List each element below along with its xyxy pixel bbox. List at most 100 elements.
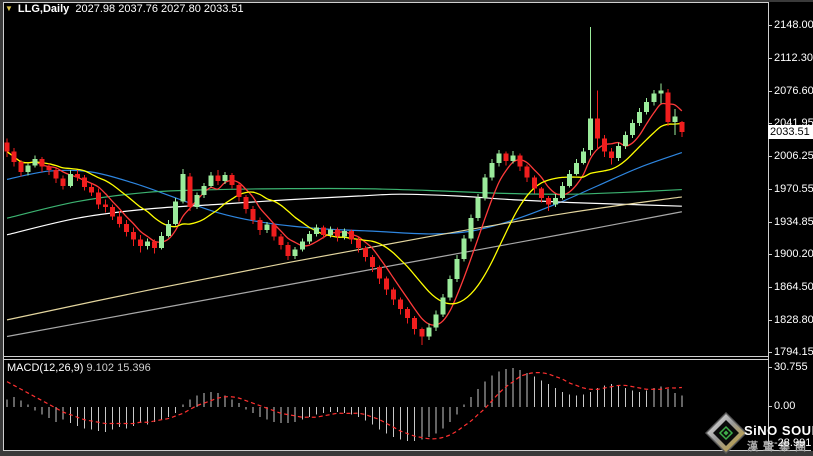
price-axis-label: 1900.20 bbox=[774, 248, 813, 260]
candle bbox=[39, 157, 45, 173]
candle bbox=[524, 164, 530, 183]
candle bbox=[475, 194, 481, 221]
macd-label: MACD(12,26,9) bbox=[7, 362, 84, 374]
candle bbox=[433, 310, 439, 331]
candle bbox=[124, 220, 130, 237]
candle bbox=[201, 183, 207, 198]
price-chart-pane[interactable] bbox=[3, 2, 768, 356]
candle bbox=[377, 265, 383, 284]
candle bbox=[363, 245, 369, 262]
symbol-label: LLG,Daily bbox=[17, 3, 70, 15]
candle bbox=[454, 255, 460, 282]
candle bbox=[46, 163, 52, 175]
candle bbox=[637, 108, 643, 126]
candle bbox=[384, 276, 390, 295]
price-axis-label: 1828.80 bbox=[774, 314, 813, 326]
ma-blue bbox=[6, 152, 683, 235]
ma-tan bbox=[6, 196, 682, 321]
candle bbox=[88, 184, 94, 197]
close-value: 2033.51 bbox=[203, 3, 244, 15]
price-axis-label: 2112.30 bbox=[774, 52, 813, 64]
price-axis-label: 1970.55 bbox=[774, 183, 813, 195]
candle bbox=[609, 147, 615, 165]
candle bbox=[440, 293, 446, 318]
candle bbox=[4, 138, 10, 158]
candle bbox=[510, 150, 516, 164]
candle bbox=[109, 204, 115, 221]
candle bbox=[173, 197, 179, 226]
ma-fast-red bbox=[6, 102, 683, 326]
price-axis-label: 1934.85 bbox=[774, 216, 813, 228]
candle bbox=[236, 182, 242, 202]
candle bbox=[482, 173, 488, 201]
candle bbox=[292, 246, 298, 259]
candle bbox=[679, 121, 685, 138]
candle bbox=[60, 175, 66, 190]
candle bbox=[166, 220, 172, 238]
macd-signal-value: 15.396 bbox=[117, 362, 151, 374]
candle bbox=[334, 227, 340, 242]
candle bbox=[580, 147, 586, 165]
candle bbox=[32, 155, 38, 168]
candle bbox=[102, 199, 108, 213]
candle bbox=[229, 172, 235, 189]
candle bbox=[348, 229, 354, 245]
candle bbox=[215, 170, 221, 185]
candle bbox=[391, 287, 397, 306]
price-axis-label: 2076.60 bbox=[774, 85, 813, 97]
candle bbox=[503, 151, 509, 166]
price-axis-label: 2006.25 bbox=[774, 150, 813, 162]
candle bbox=[278, 233, 284, 250]
candle bbox=[616, 142, 622, 161]
candle bbox=[398, 297, 404, 315]
candle bbox=[299, 238, 305, 252]
candle bbox=[74, 170, 80, 182]
candle bbox=[517, 153, 523, 172]
candle bbox=[672, 109, 678, 136]
logo-chinese-text: 漢聲集團 bbox=[747, 441, 811, 453]
candle bbox=[243, 195, 249, 214]
candle bbox=[595, 90, 601, 148]
high-value: 2037.76 bbox=[118, 3, 158, 15]
candle bbox=[116, 210, 122, 228]
candle bbox=[545, 196, 551, 211]
candle bbox=[538, 186, 544, 203]
candle bbox=[587, 26, 593, 156]
macd-main-value: 9.102 bbox=[86, 362, 115, 374]
macd-signal-line bbox=[6, 371, 682, 440]
price-axis-label: 2148.00 bbox=[774, 19, 813, 31]
candle bbox=[95, 188, 101, 209]
low-value: 2027.80 bbox=[161, 3, 201, 15]
candle bbox=[426, 323, 432, 341]
candle bbox=[81, 174, 87, 191]
candle bbox=[405, 306, 411, 324]
candle bbox=[208, 172, 214, 188]
macd-axis-label: 30.755 bbox=[774, 361, 808, 373]
candle bbox=[271, 222, 277, 241]
candle bbox=[447, 275, 453, 301]
candle bbox=[180, 169, 186, 204]
candle bbox=[602, 135, 608, 158]
candle bbox=[461, 234, 467, 262]
candle bbox=[573, 159, 579, 176]
price-axis-border bbox=[768, 2, 769, 451]
candle bbox=[187, 172, 193, 211]
symbol-header: ▼ LLG,Daily 2027.98 2037.76 2027.80 2033.… bbox=[5, 3, 244, 15]
price-axis-label: 1864.50 bbox=[774, 281, 813, 293]
candle bbox=[644, 98, 650, 115]
candle bbox=[658, 83, 664, 104]
pane-border-bottom bbox=[3, 450, 811, 451]
candle bbox=[496, 149, 502, 167]
logo-diamond-icon bbox=[705, 412, 747, 454]
open-value: 2027.98 bbox=[75, 3, 116, 15]
window-bottom-edge bbox=[0, 451, 813, 456]
candle bbox=[306, 231, 312, 245]
candle bbox=[468, 214, 474, 242]
logo-brand-text: SiNO SOUND bbox=[744, 423, 813, 438]
chevron-down-icon[interactable]: ▼ bbox=[5, 4, 13, 13]
candle bbox=[285, 242, 291, 260]
sino-sound-logo: SiNO SOUND 漢聲集團 bbox=[703, 410, 813, 456]
candle bbox=[11, 147, 17, 167]
candle bbox=[152, 239, 158, 254]
candle bbox=[531, 175, 537, 194]
